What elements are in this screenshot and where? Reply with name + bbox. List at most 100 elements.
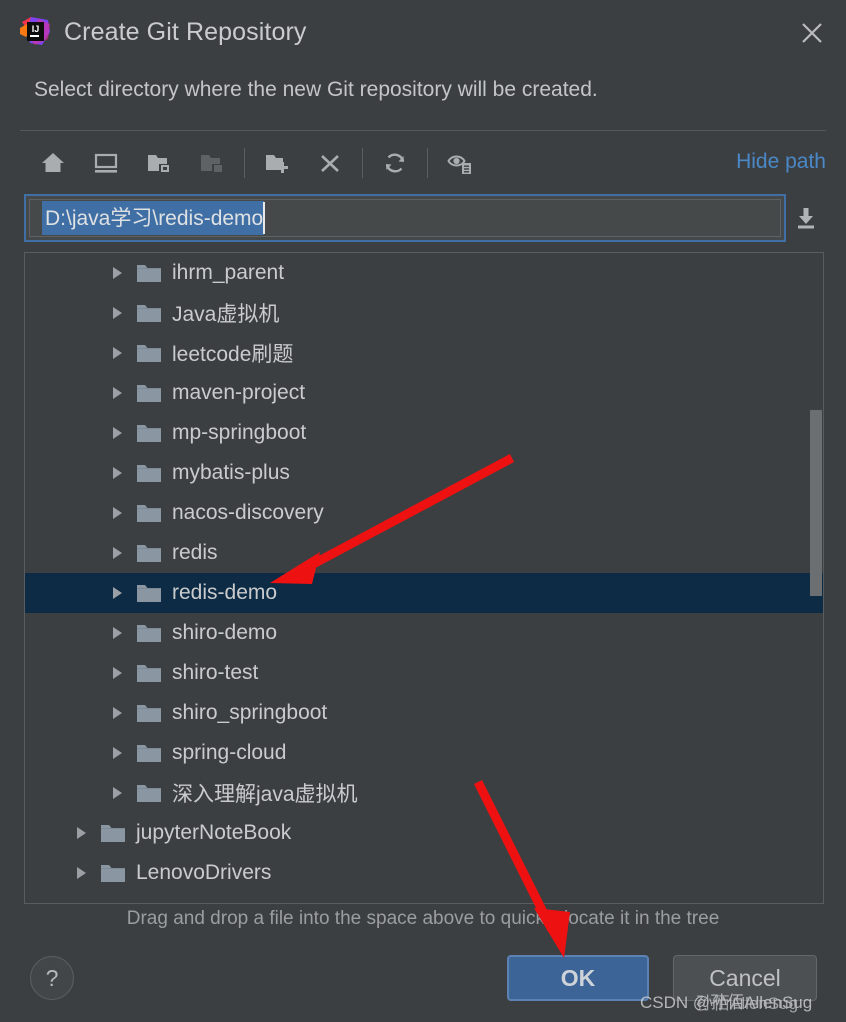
folder-icon [137,745,161,762]
folder-icon [137,465,161,482]
expand-arrow-icon[interactable] [113,507,122,519]
expand-arrow-icon[interactable] [113,267,122,279]
expand-arrow-icon[interactable] [77,827,86,839]
close-icon[interactable] [792,13,832,53]
tree-row-label: mybatis-plus [172,461,290,484]
tree-row[interactable]: mybatis-plus [25,453,823,493]
expand-arrow-icon[interactable] [113,347,122,359]
tree-row-label: maven-project [172,381,306,404]
tree-row[interactable]: nacos-discovery [25,493,823,533]
scrollbar-thumb[interactable] [810,410,822,596]
expand-arrow-icon[interactable] [113,427,122,439]
folder-icon [137,505,161,522]
path-input[interactable]: D:\java学习\redis-demo [24,194,786,242]
folder-icon [137,305,161,322]
file-chooser-toolbar: Hide path [20,136,826,190]
csdn-watermark: CSDN @孙佰AllenSug 孙佰AllenSug [640,988,812,1013]
titlebar-divider [20,130,826,131]
tree-row-label: Java虚拟机 [172,303,280,326]
new-folder-icon[interactable] [256,142,298,184]
tree-row[interactable]: leetcode刷题 [25,333,823,373]
toolbar-divider-3 [427,148,428,178]
folder-icon [137,545,161,562]
vertical-scrollbar[interactable] [808,254,822,902]
tree-row[interactable]: redis-demo [25,573,823,613]
tree-row[interactable]: 深入理解java虚拟机 [25,773,823,813]
directory-tree-rows: ihrm_parent Java虚拟机 leetcode刷题 maven-projec… [25,253,823,893]
path-input-value: D:\java学习\redis-demo [42,201,266,235]
tree-row[interactable]: shiro_springboot [25,693,823,733]
tree-row[interactable]: shiro-test [25,653,823,693]
folder-icon [137,705,161,722]
module-folder-icon [191,142,233,184]
folder-icon [137,425,161,442]
folder-icon [101,865,125,882]
help-button[interactable]: ? [30,956,74,1000]
tree-row[interactable]: LenovoDrivers [25,853,823,893]
project-folder-icon[interactable] [138,142,180,184]
home-icon[interactable] [32,142,74,184]
tree-row[interactable]: mp-springboot [25,413,823,453]
tree-row-label: shiro-test [172,661,259,684]
tree-row[interactable]: maven-project [25,373,823,413]
folder-icon [137,665,161,682]
folder-icon [137,385,161,402]
create-git-repository-dialog: IJ Create Git Repository Select director… [0,0,846,1022]
folder-icon [137,785,161,802]
expand-arrow-icon[interactable] [113,467,122,479]
expand-arrow-icon[interactable] [113,387,122,399]
dialog-title: Create Git Repository [64,17,307,46]
expand-arrow-icon[interactable] [113,667,122,679]
tree-row[interactable]: jupyterNoteBook [25,813,823,853]
tree-row[interactable]: ihrm_parent [25,253,823,293]
tree-row-label: shiro_springboot [172,701,328,724]
hide-path-link[interactable]: Hide path [736,150,826,174]
watermark-line-2: 孙佰AllenSug [696,994,799,1013]
tree-row-label: redis [172,541,218,564]
delete-icon[interactable] [309,142,351,184]
desktop-icon[interactable] [85,142,127,184]
download-icon[interactable] [786,198,826,238]
dialog-subtitle: Select directory where the new Git repos… [34,78,598,101]
folder-icon [137,265,161,282]
ok-button[interactable]: OK [507,955,649,1001]
expand-arrow-icon[interactable] [113,707,122,719]
expand-arrow-icon[interactable] [113,587,122,599]
folder-icon [137,625,161,642]
intellij-idea-logo-icon: IJ [18,15,52,49]
tree-row-label: mp-springboot [172,421,307,444]
expand-arrow-icon[interactable] [113,787,122,799]
path-row: D:\java学习\redis-demo [24,194,826,242]
tree-row-label: leetcode刷题 [172,343,294,366]
tree-row-label: 深入理解java虚拟机 [172,783,358,806]
toolbar-divider [244,148,245,178]
tree-row[interactable]: redis [25,533,823,573]
tree-row[interactable]: spring-cloud [25,733,823,773]
svg-text:IJ: IJ [32,24,40,34]
show-hidden-files-icon[interactable] [439,142,481,184]
folder-icon [137,345,161,362]
expand-arrow-icon[interactable] [113,307,122,319]
expand-arrow-icon[interactable] [113,627,122,639]
toolbar-divider-2 [362,148,363,178]
expand-arrow-icon[interactable] [77,867,86,879]
text-caret [263,202,266,234]
tree-row-label: shiro-demo [172,621,278,644]
tree-row-label: LenovoDrivers [136,861,272,884]
path-input-inner: D:\java学习\redis-demo [29,199,781,237]
folder-icon [137,585,161,602]
expand-arrow-icon[interactable] [113,547,122,559]
directory-tree[interactable]: ihrm_parent Java虚拟机 leetcode刷题 maven-projec… [24,252,824,904]
tree-row-label: ihrm_parent [172,261,285,284]
tree-row[interactable]: shiro-demo [25,613,823,653]
tree-row-label: redis-demo [172,581,278,604]
refresh-icon[interactable] [374,142,416,184]
folder-icon [101,825,125,842]
expand-arrow-icon[interactable] [113,747,122,759]
tree-row-label: jupyterNoteBook [136,821,292,844]
tree-row-label: spring-cloud [172,741,287,764]
tree-row[interactable]: Java虚拟机 [25,293,823,333]
drag-drop-hint: Drag and drop a file into the space abov… [126,908,720,929]
tree-row-label: nacos-discovery [172,501,324,524]
dialog-titlebar: IJ Create Git Repository [0,0,846,64]
